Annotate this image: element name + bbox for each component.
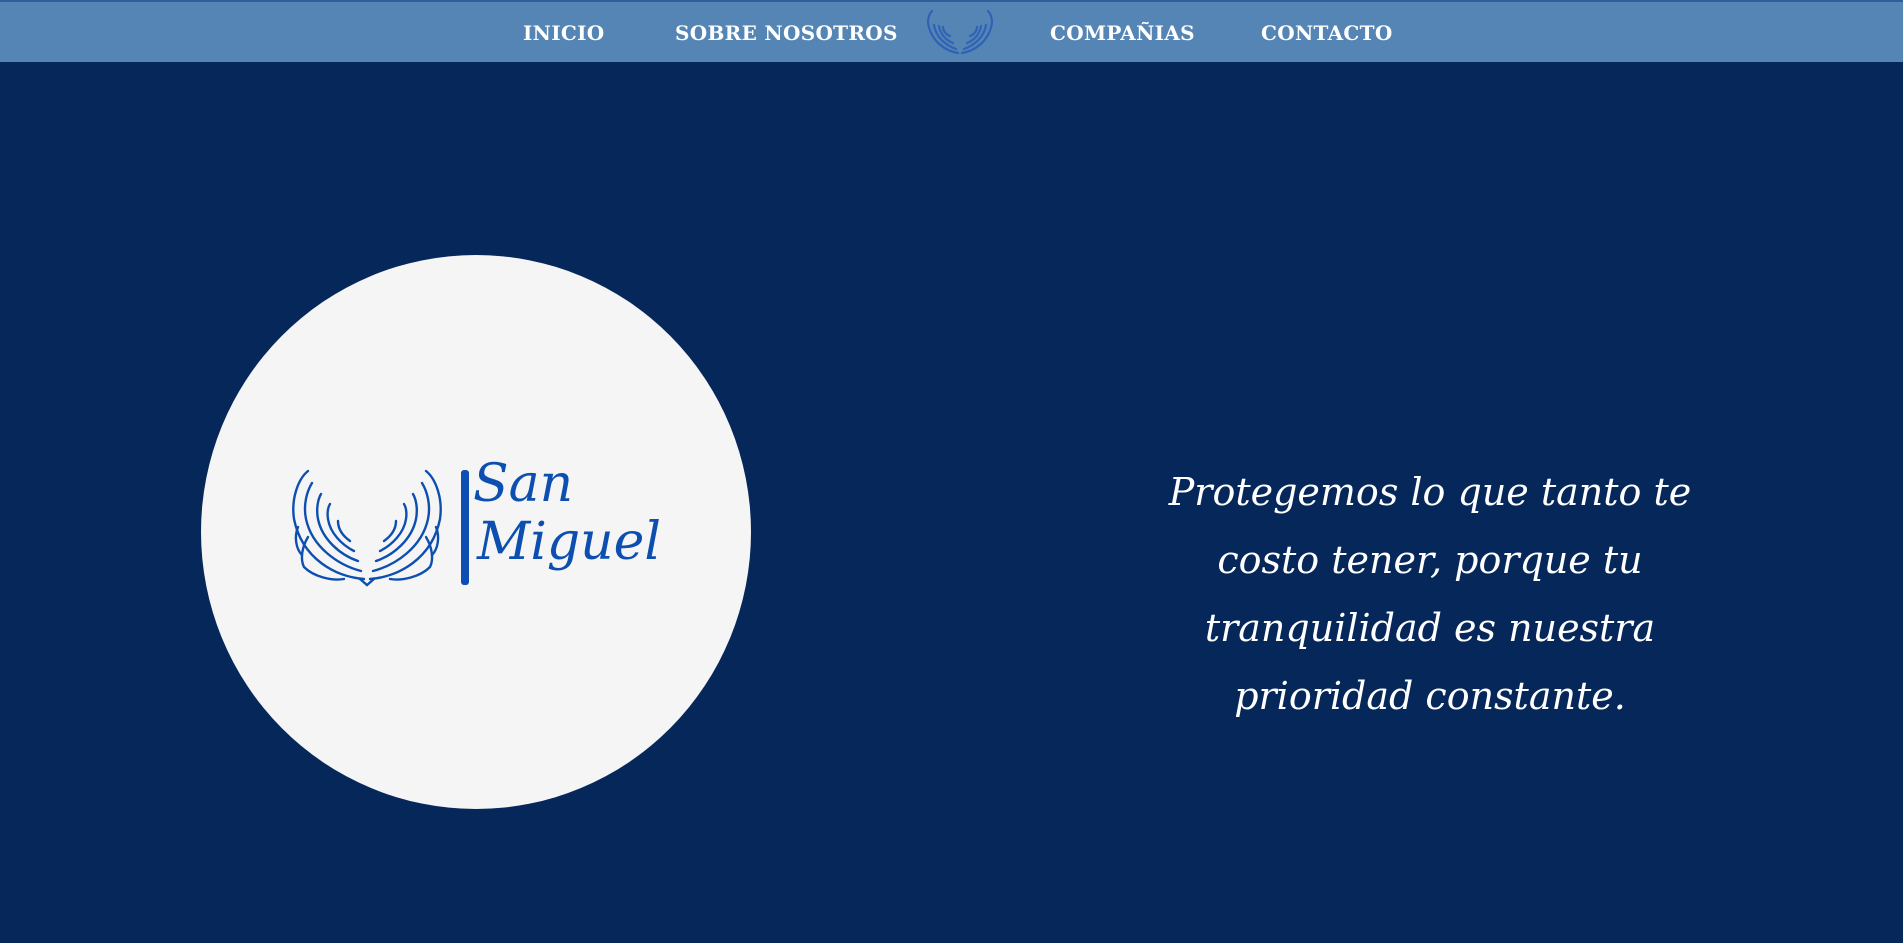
angel-wings-icon[interactable] <box>923 9 997 57</box>
logo-wordmark: San Miguel <box>473 455 661 571</box>
logo-name-line1: San <box>473 454 574 514</box>
logo-name-line2: Miguel <box>477 512 662 572</box>
nav-link-sobre-nosotros[interactable]: SOBRE NOSOTROS <box>675 2 898 64</box>
logo-circle: San Miguel <box>201 255 751 809</box>
navbar: INICIO SOBRE NOSOTROS COMPAÑIAS CONTACTO <box>0 0 1903 62</box>
nav-link-inicio[interactable]: INICIO <box>523 2 605 64</box>
angel-wings-icon <box>292 469 442 587</box>
nav-link-companias[interactable]: COMPAÑIAS <box>1050 2 1195 64</box>
logo-divider <box>461 470 469 585</box>
nav-link-contacto[interactable]: CONTACTO <box>1261 2 1393 64</box>
hero-tagline: Protegemos lo que tanto te costo tener, … <box>1168 470 1692 718</box>
